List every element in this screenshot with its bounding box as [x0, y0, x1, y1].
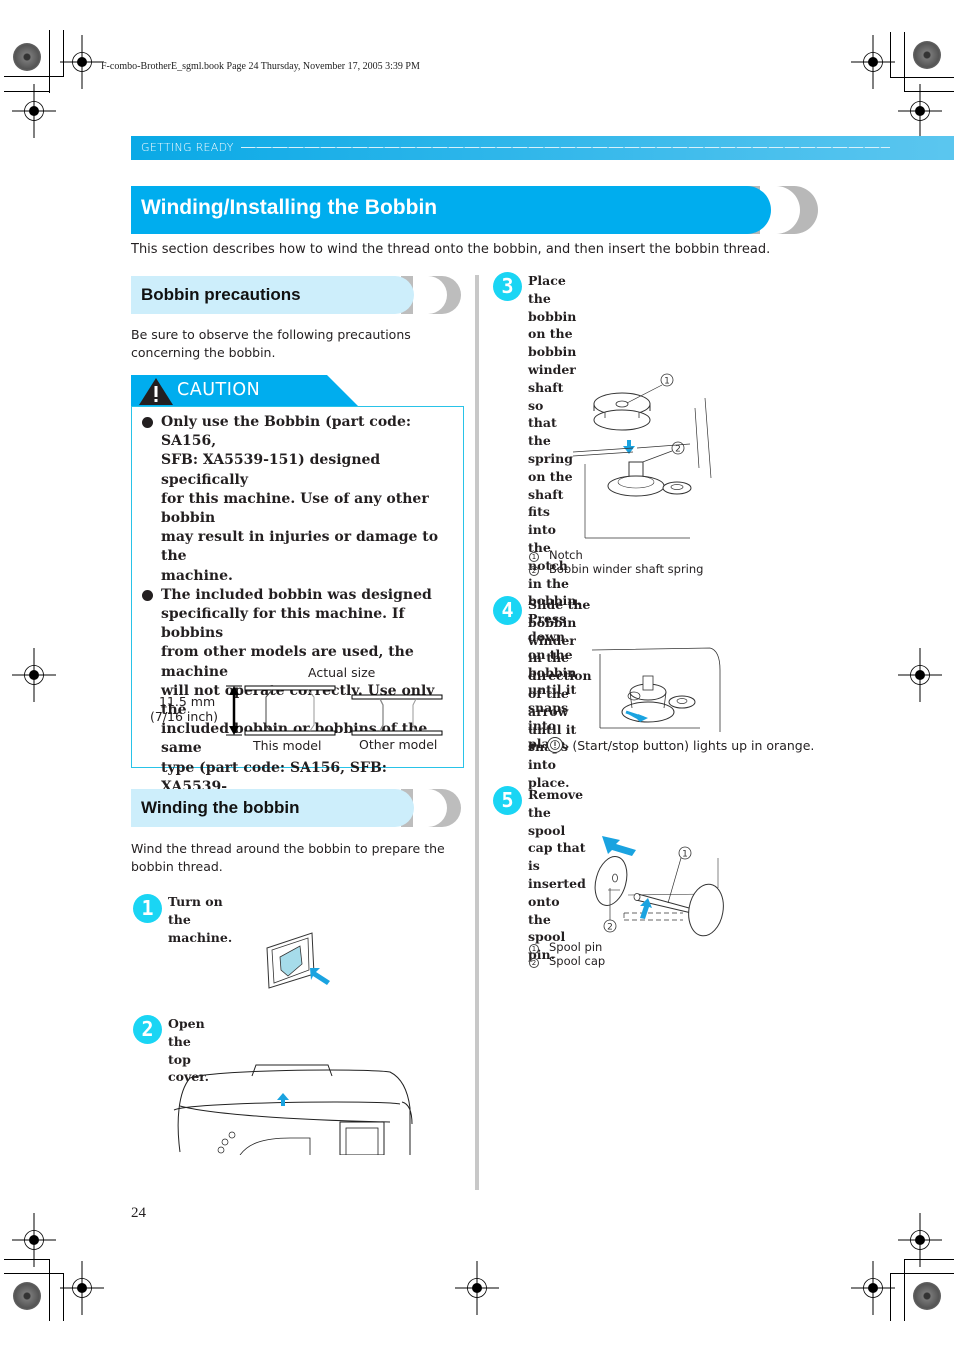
legend-label: Bobbin winder shaft spring: [549, 562, 704, 576]
callout-marker-icon: 1: [529, 552, 539, 562]
text-line: Wind the thread around the bobbin to pre…: [131, 841, 445, 856]
bobbin-winder-slide-illustration: [591, 647, 721, 732]
text-line: machine.: [161, 567, 233, 584]
legend-item: 1 Spool pin: [529, 940, 602, 954]
step-number-badge: 3: [493, 272, 522, 301]
lift-arrow-icon: [277, 1093, 289, 1106]
text-line: bobbin thread.: [131, 859, 223, 874]
text-line: SFB: XA5539-151) designed specifically: [161, 452, 381, 488]
registration-target-icon: [59, 34, 105, 90]
legend-label: Spool pin: [549, 940, 603, 954]
caution-item: Only use the Bobbin (part code: SA156, S…: [141, 413, 456, 586]
callout-2: 2: [607, 923, 613, 933]
section-header-rule: [241, 147, 890, 148]
text-line: concerning the bobbin.: [131, 345, 276, 360]
page-intro: This section describes how to wind the t…: [131, 242, 771, 257]
page-number: 24: [131, 1205, 146, 1221]
press-down-arrow-icon: [623, 440, 635, 454]
spool-pin-illustration: 1 2: [594, 836, 724, 937]
start-stop-button-icon: [547, 737, 564, 753]
registration-target-icon: [11, 647, 57, 703]
column-divider: [475, 275, 479, 1190]
legend-item: 2 Bobbin winder shaft spring: [529, 562, 703, 576]
note-text: (Start/stop button) lights up in orange.: [572, 738, 815, 753]
registration-target-icon: [897, 1212, 943, 1268]
caution-label: CAUTION: [177, 380, 261, 400]
caution-header: CAUTION: [131, 375, 359, 407]
bobbin-winder-shaft-illustration: 1 2: [572, 373, 712, 539]
callout-marker-icon: 2: [529, 958, 539, 968]
text-line: Only use the Bobbin (part code: SA156,: [161, 414, 412, 450]
subsection-title-precautions: Bobbin precautions: [131, 276, 461, 314]
registration-target-icon: [850, 1260, 896, 1316]
bullet-icon: [142, 589, 153, 601]
start-stop-note: • (Start/stop button) lights up in orang…: [529, 736, 814, 754]
this-model-bobbin-icon: [244, 685, 336, 736]
registration-target-icon: [897, 83, 943, 139]
subsection-title-winding: Winding the bobbin: [131, 789, 461, 827]
section-header-label: GETTING READY: [141, 141, 234, 154]
subsection-title-text: Bobbin precautions: [141, 285, 301, 304]
this-model-label: This model: [253, 738, 322, 753]
legend-label: Spool cap: [549, 954, 606, 968]
text-line: Be sure to observe the following precaut…: [131, 327, 411, 342]
page-title-banner: Winding/Installing the Bobbin: [131, 186, 818, 234]
registration-target-icon: [454, 1260, 500, 1316]
subsection-title-text: Winding the bobbin: [141, 798, 300, 817]
dimension-inch-label: (7/16 inch): [150, 709, 218, 724]
other-model-bobbin-icon: [351, 694, 443, 736]
caution-list: Only use the Bobbin (part code: SA156, S…: [141, 413, 456, 816]
step-instruction: Turn on the machine.: [168, 893, 232, 946]
callout-2: 2: [675, 445, 681, 455]
actual-size-label: Actual size: [308, 665, 376, 680]
text-line: specifically for this machine. If bobbin…: [161, 606, 405, 642]
text-line: Slide the bobbin winder in the direction…: [528, 597, 592, 701]
legend-item: 1 Notch: [529, 548, 583, 562]
bullet: •: [529, 738, 537, 753]
legend-label: Notch: [549, 548, 583, 562]
print-slug: F-combo-BrotherE_sgml.book Page 24 Thurs…: [101, 61, 420, 72]
winding-intro: Wind the thread around the bobbin to pre…: [131, 840, 445, 876]
callout-1: 1: [664, 377, 670, 387]
step-number-badge: 1: [133, 894, 162, 923]
remove-cap-arrow-icon: [602, 836, 636, 856]
text-line: may result in injuries or damage to the: [161, 529, 439, 565]
top-cover-illustration: [173, 1064, 413, 1155]
bobbin-comparison-drawing: [226, 685, 443, 736]
registration-target-icon: [11, 1212, 57, 1268]
other-model-label: Other model: [359, 737, 438, 752]
precautions-intro: Be sure to observe the following precaut…: [131, 326, 411, 362]
registration-target-icon: [59, 1260, 105, 1316]
step-number-badge: 5: [493, 786, 522, 815]
callout-1: 1: [682, 850, 688, 860]
step-number-badge: 2: [133, 1015, 162, 1044]
power-switch-illustration: [266, 932, 330, 989]
dimension-arrow-icon: [226, 685, 242, 736]
step-number-badge: 4: [493, 596, 522, 625]
text-line: The included bobbin was designed: [161, 586, 432, 603]
text-line: Remove the spool cap that is inserted on…: [528, 787, 586, 927]
step-instruction: Slide the bobbin winder in the direction…: [528, 596, 592, 792]
dimension-mm-label: 11.5 mm: [159, 694, 216, 709]
bullet-icon: [142, 417, 153, 428]
section-header-bar: GETTING READY: [131, 136, 954, 160]
step-instruction: Remove the spool cap that is inserted on…: [528, 786, 586, 964]
legend-item: 2 Spool cap: [529, 954, 605, 968]
press-arrow-icon: [310, 968, 330, 985]
text-line: Turn on the machine.: [168, 894, 233, 945]
callout-marker-icon: 1: [529, 944, 539, 954]
page-title: Winding/Installing the Bobbin: [141, 196, 438, 219]
registration-target-icon: [11, 83, 57, 139]
text-line: for this machine. Use of any other bobbi…: [161, 490, 429, 527]
registration-target-icon: [850, 34, 896, 90]
registration-target-icon: [897, 647, 943, 703]
callout-marker-icon: 2: [529, 566, 539, 576]
